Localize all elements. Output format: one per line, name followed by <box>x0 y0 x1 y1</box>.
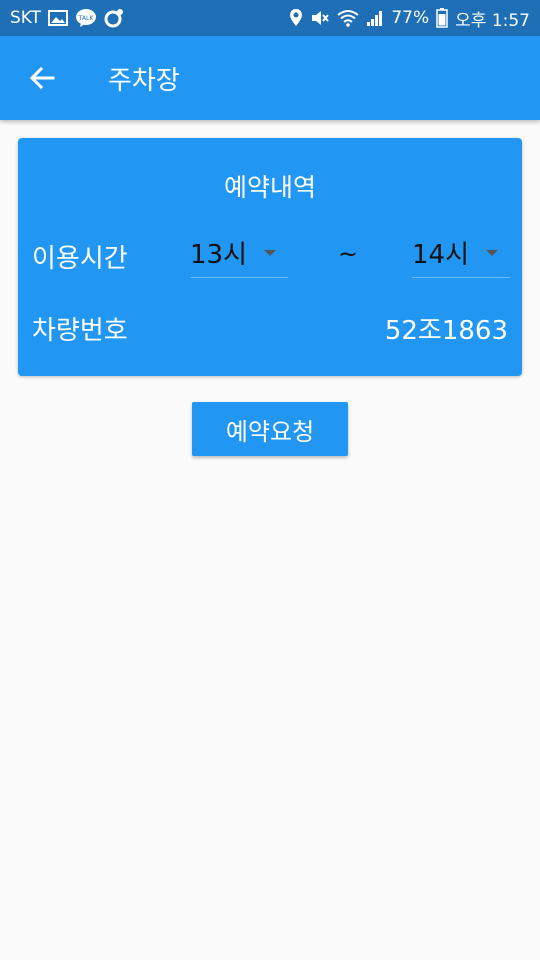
end-time-value: 14시 <box>412 240 470 270</box>
vehicle-number-value: 52조1863 <box>384 316 508 346</box>
mute-icon <box>310 8 330 28</box>
start-time-value: 13시 <box>190 240 248 270</box>
signal-icon <box>366 9 384 27</box>
arrow-left-icon <box>29 66 55 90</box>
svg-text:TALK: TALK <box>78 15 95 22</box>
back-button[interactable] <box>0 36 84 120</box>
status-bar-left: SKT TALK <box>10 8 124 28</box>
status-bar: SKT TALK 77% 오후 1:57 <box>0 0 540 36</box>
notification-icon <box>104 8 124 28</box>
kakaotalk-icon: TALK <box>75 8 97 28</box>
reservation-request-button[interactable]: 예약요청 <box>192 402 348 456</box>
carrier-label: SKT <box>10 8 42 28</box>
usage-time-label: 이용시간 <box>32 244 128 274</box>
page-title: 주차장 <box>108 65 180 96</box>
battery-percent: 77% <box>391 8 430 28</box>
wifi-icon <box>337 9 359 27</box>
end-time-dropdown[interactable]: 14시 <box>412 228 510 278</box>
reservation-card: 예약내역 이용시간 13시 ~ 14시 차량번호 52조1863 <box>18 138 522 376</box>
location-icon <box>289 8 303 28</box>
dropdown-arrow-icon <box>264 249 276 256</box>
reservation-title: 예약내역 <box>223 173 316 202</box>
clock: 오후 1:57 <box>455 10 530 31</box>
app-bar: 주차장 <box>0 36 540 120</box>
status-bar-right: 77% 오후 1:57 <box>289 6 530 31</box>
start-time-dropdown[interactable]: 13시 <box>190 228 288 278</box>
image-icon <box>48 9 69 27</box>
vehicle-number-label: 차량번호 <box>32 316 128 346</box>
battery-icon <box>436 8 448 28</box>
time-separator: ~ <box>338 240 359 268</box>
dropdown-arrow-icon <box>486 249 498 256</box>
